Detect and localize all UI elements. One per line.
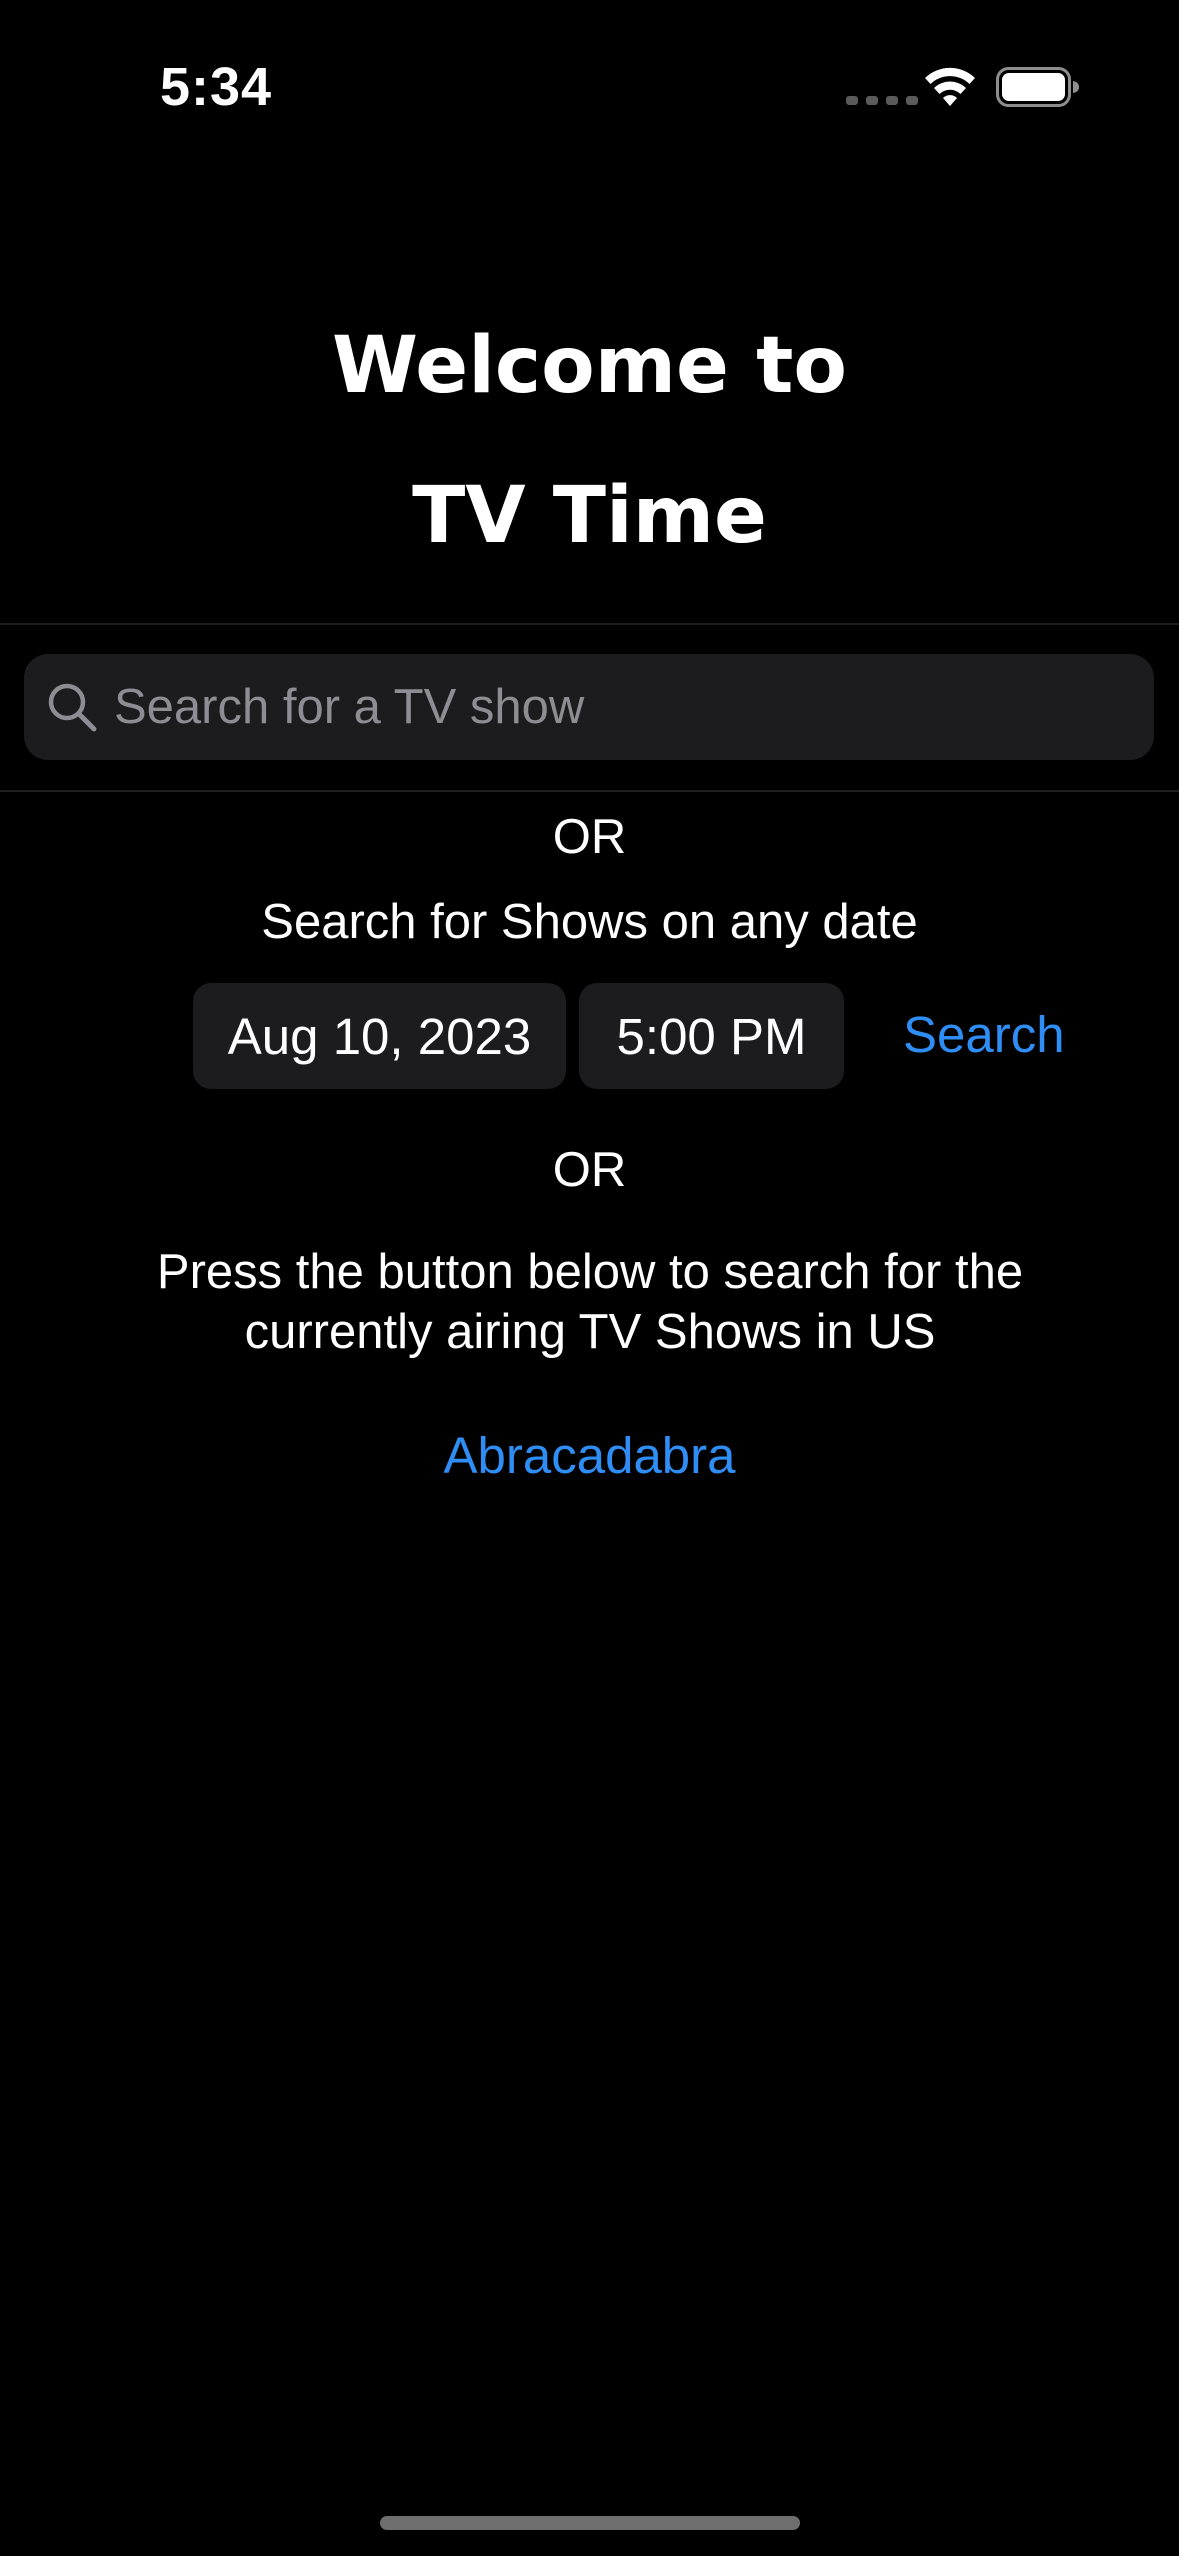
date-search-button[interactable]: Search: [903, 1003, 1065, 1067]
home-indicator[interactable]: [380, 2516, 800, 2530]
welcome-title-line-1: Welcome to: [332, 321, 847, 411]
welcome-title-line-2: TV Time: [412, 471, 767, 561]
or-separator: OR: [552, 1143, 627, 1197]
date-search-label: Search for Shows on any date: [261, 895, 918, 949]
search-icon: [48, 683, 97, 732]
abracadabra-button[interactable]: Abracadabra: [0, 1424, 1179, 1488]
date-picker[interactable]: Aug 10, 2023: [193, 983, 566, 1089]
time-picker[interactable]: 5:00 PM: [579, 983, 844, 1089]
airing-description: Press the button below to search for the…: [156, 1245, 1024, 1359]
search-input[interactable]: [114, 667, 1154, 747]
or-separator: OR: [552, 810, 627, 864]
cellular-signal-icon: [846, 96, 918, 105]
status-bar-time: 5:34: [160, 57, 273, 117]
divider: [0, 623, 1179, 625]
divider: [0, 790, 1179, 792]
search-field[interactable]: [24, 654, 1154, 760]
wifi-icon: [925, 67, 975, 106]
battery-icon: [996, 67, 1079, 107]
